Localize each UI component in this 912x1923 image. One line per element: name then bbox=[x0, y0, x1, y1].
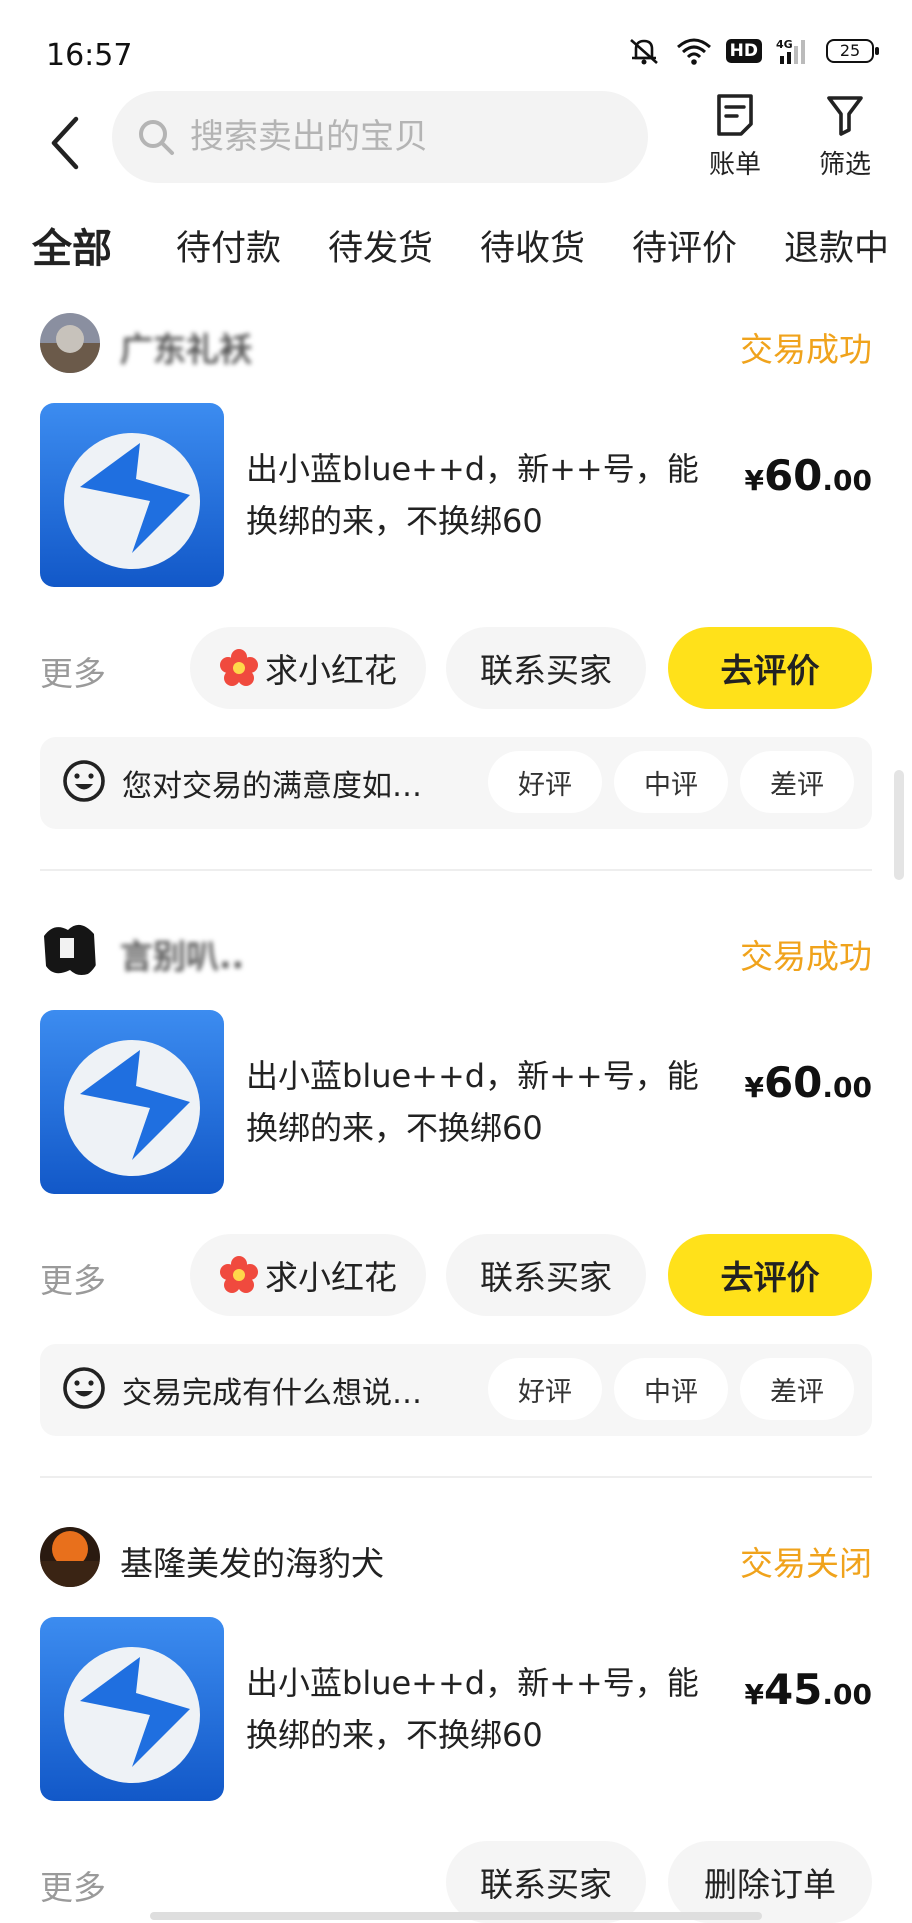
filter-icon bbox=[825, 92, 865, 138]
product-title[interactable]: 出小蓝blue++d，新++号，能换绑的来，不换绑60 bbox=[246, 443, 706, 547]
avatar[interactable] bbox=[40, 920, 100, 980]
rating-good-button[interactable]: 好评 bbox=[488, 751, 602, 813]
contact-buyer-button[interactable]: 联系买家 bbox=[446, 1234, 646, 1316]
product-title[interactable]: 出小蓝blue++d，新++号，能换绑的来，不换绑60 bbox=[246, 1657, 706, 1761]
tab-pending-shipment[interactable]: 待发货 bbox=[328, 220, 433, 271]
product-image[interactable] bbox=[40, 1010, 224, 1194]
order-status: 交易成功 bbox=[740, 930, 872, 978]
blue-app-icon bbox=[40, 403, 224, 587]
home-indicator[interactable] bbox=[150, 1912, 762, 1920]
search-icon bbox=[136, 117, 176, 157]
tab-all[interactable]: 全部 bbox=[32, 216, 112, 274]
blue-app-icon bbox=[40, 1617, 224, 1801]
product-title[interactable]: 出小蓝blue++d，新++号，能换绑的来，不换绑60 bbox=[246, 1050, 706, 1154]
flower-icon bbox=[219, 648, 259, 688]
tab-pending-payment[interactable]: 待付款 bbox=[176, 220, 281, 271]
mute-bell-icon bbox=[626, 36, 662, 66]
product-image[interactable] bbox=[40, 403, 224, 587]
more-link[interactable]: 更多 bbox=[40, 647, 106, 695]
product-price: ¥60.00 bbox=[744, 451, 872, 500]
order-divider bbox=[40, 1476, 872, 1478]
search-bar[interactable] bbox=[112, 91, 648, 183]
signal-icon: 4G bbox=[776, 37, 812, 65]
more-link[interactable]: 更多 bbox=[40, 1861, 106, 1909]
order-card: 言别叭.. 交易成功 出小蓝blue++d，新++号，能换绑的来，不换绑60 ¥… bbox=[0, 920, 912, 1460]
avatar[interactable] bbox=[40, 1527, 100, 1587]
order-card: 基隆美发的海豹犬 交易关闭 出小蓝blue++d，新++号，能换绑的来，不换绑6… bbox=[0, 1527, 912, 1920]
avatar[interactable] bbox=[40, 313, 100, 373]
bill-button[interactable]: 账单 bbox=[690, 92, 780, 181]
filter-label: 筛选 bbox=[800, 144, 890, 181]
wifi-icon bbox=[676, 37, 712, 65]
bill-icon bbox=[713, 92, 757, 138]
back-button[interactable] bbox=[40, 108, 90, 178]
flower-icon bbox=[219, 1255, 259, 1295]
status-icons: HD 4G 25 bbox=[626, 36, 874, 66]
review-prompt-bar: 交易完成有什么想说… 好评 中评 差评 bbox=[40, 1344, 872, 1436]
order-status: 交易成功 bbox=[740, 323, 872, 371]
svg-text:4G: 4G bbox=[776, 38, 793, 51]
rating-neutral-button[interactable]: 中评 bbox=[614, 1358, 728, 1420]
more-link[interactable]: 更多 bbox=[40, 1254, 106, 1302]
buyer-name[interactable]: 广东礼袄 bbox=[120, 323, 252, 371]
order-tabs: 全部 待付款 待发货 待收货 待评价 退款中 bbox=[0, 210, 912, 280]
review-question: 您对交易的满意度如… bbox=[122, 761, 422, 805]
contact-buyer-button[interactable]: 联系买家 bbox=[446, 1841, 646, 1923]
back-icon bbox=[48, 115, 82, 171]
tab-pending-receipt[interactable]: 待收货 bbox=[480, 220, 585, 271]
status-bar: 16:57 HD 4G 25 bbox=[0, 0, 912, 88]
review-button[interactable]: 去评价 bbox=[668, 1234, 872, 1316]
smile-face-icon bbox=[62, 759, 106, 803]
status-time: 16:57 bbox=[46, 38, 132, 73]
bill-label: 账单 bbox=[690, 144, 780, 181]
order-divider bbox=[40, 869, 872, 871]
blue-app-icon bbox=[40, 1010, 224, 1194]
tab-refunding[interactable]: 退款中 bbox=[784, 220, 889, 271]
buyer-name[interactable]: 言别叭.. bbox=[120, 930, 244, 978]
review-button[interactable]: 去评价 bbox=[668, 627, 872, 709]
tab-pending-review[interactable]: 待评价 bbox=[632, 220, 737, 271]
order-status: 交易关闭 bbox=[740, 1537, 872, 1585]
battery-indicator: 25 bbox=[826, 39, 874, 63]
rating-good-button[interactable]: 好评 bbox=[488, 1358, 602, 1420]
rating-bad-button[interactable]: 差评 bbox=[740, 751, 854, 813]
rating-bad-button[interactable]: 差评 bbox=[740, 1358, 854, 1420]
ask-flower-button[interactable]: 求小红花 bbox=[190, 627, 426, 709]
search-input[interactable] bbox=[190, 117, 610, 157]
product-price: ¥60.00 bbox=[744, 1058, 872, 1107]
order-card: 广东礼袄 交易成功 出小蓝blue++d，新++号，能换绑的来，不换绑60 ¥6… bbox=[0, 313, 912, 853]
contact-buyer-button[interactable]: 联系买家 bbox=[446, 627, 646, 709]
product-price: ¥45.00 bbox=[744, 1665, 872, 1714]
header: 账单 筛选 bbox=[0, 88, 912, 198]
smile-face-icon bbox=[62, 1366, 106, 1410]
ask-flower-button[interactable]: 求小红花 bbox=[190, 1234, 426, 1316]
product-image[interactable] bbox=[40, 1617, 224, 1801]
review-prompt-bar: 您对交易的满意度如… 好评 中评 差评 bbox=[40, 737, 872, 829]
hd-badge: HD bbox=[726, 39, 762, 63]
delete-order-button[interactable]: 删除订单 bbox=[668, 1841, 872, 1923]
filter-button[interactable]: 筛选 bbox=[800, 92, 890, 181]
buyer-name[interactable]: 基隆美发的海豹犬 bbox=[120, 1537, 384, 1585]
scrollbar[interactable] bbox=[894, 770, 904, 880]
rating-neutral-button[interactable]: 中评 bbox=[614, 751, 728, 813]
review-question: 交易完成有什么想说… bbox=[122, 1368, 422, 1412]
